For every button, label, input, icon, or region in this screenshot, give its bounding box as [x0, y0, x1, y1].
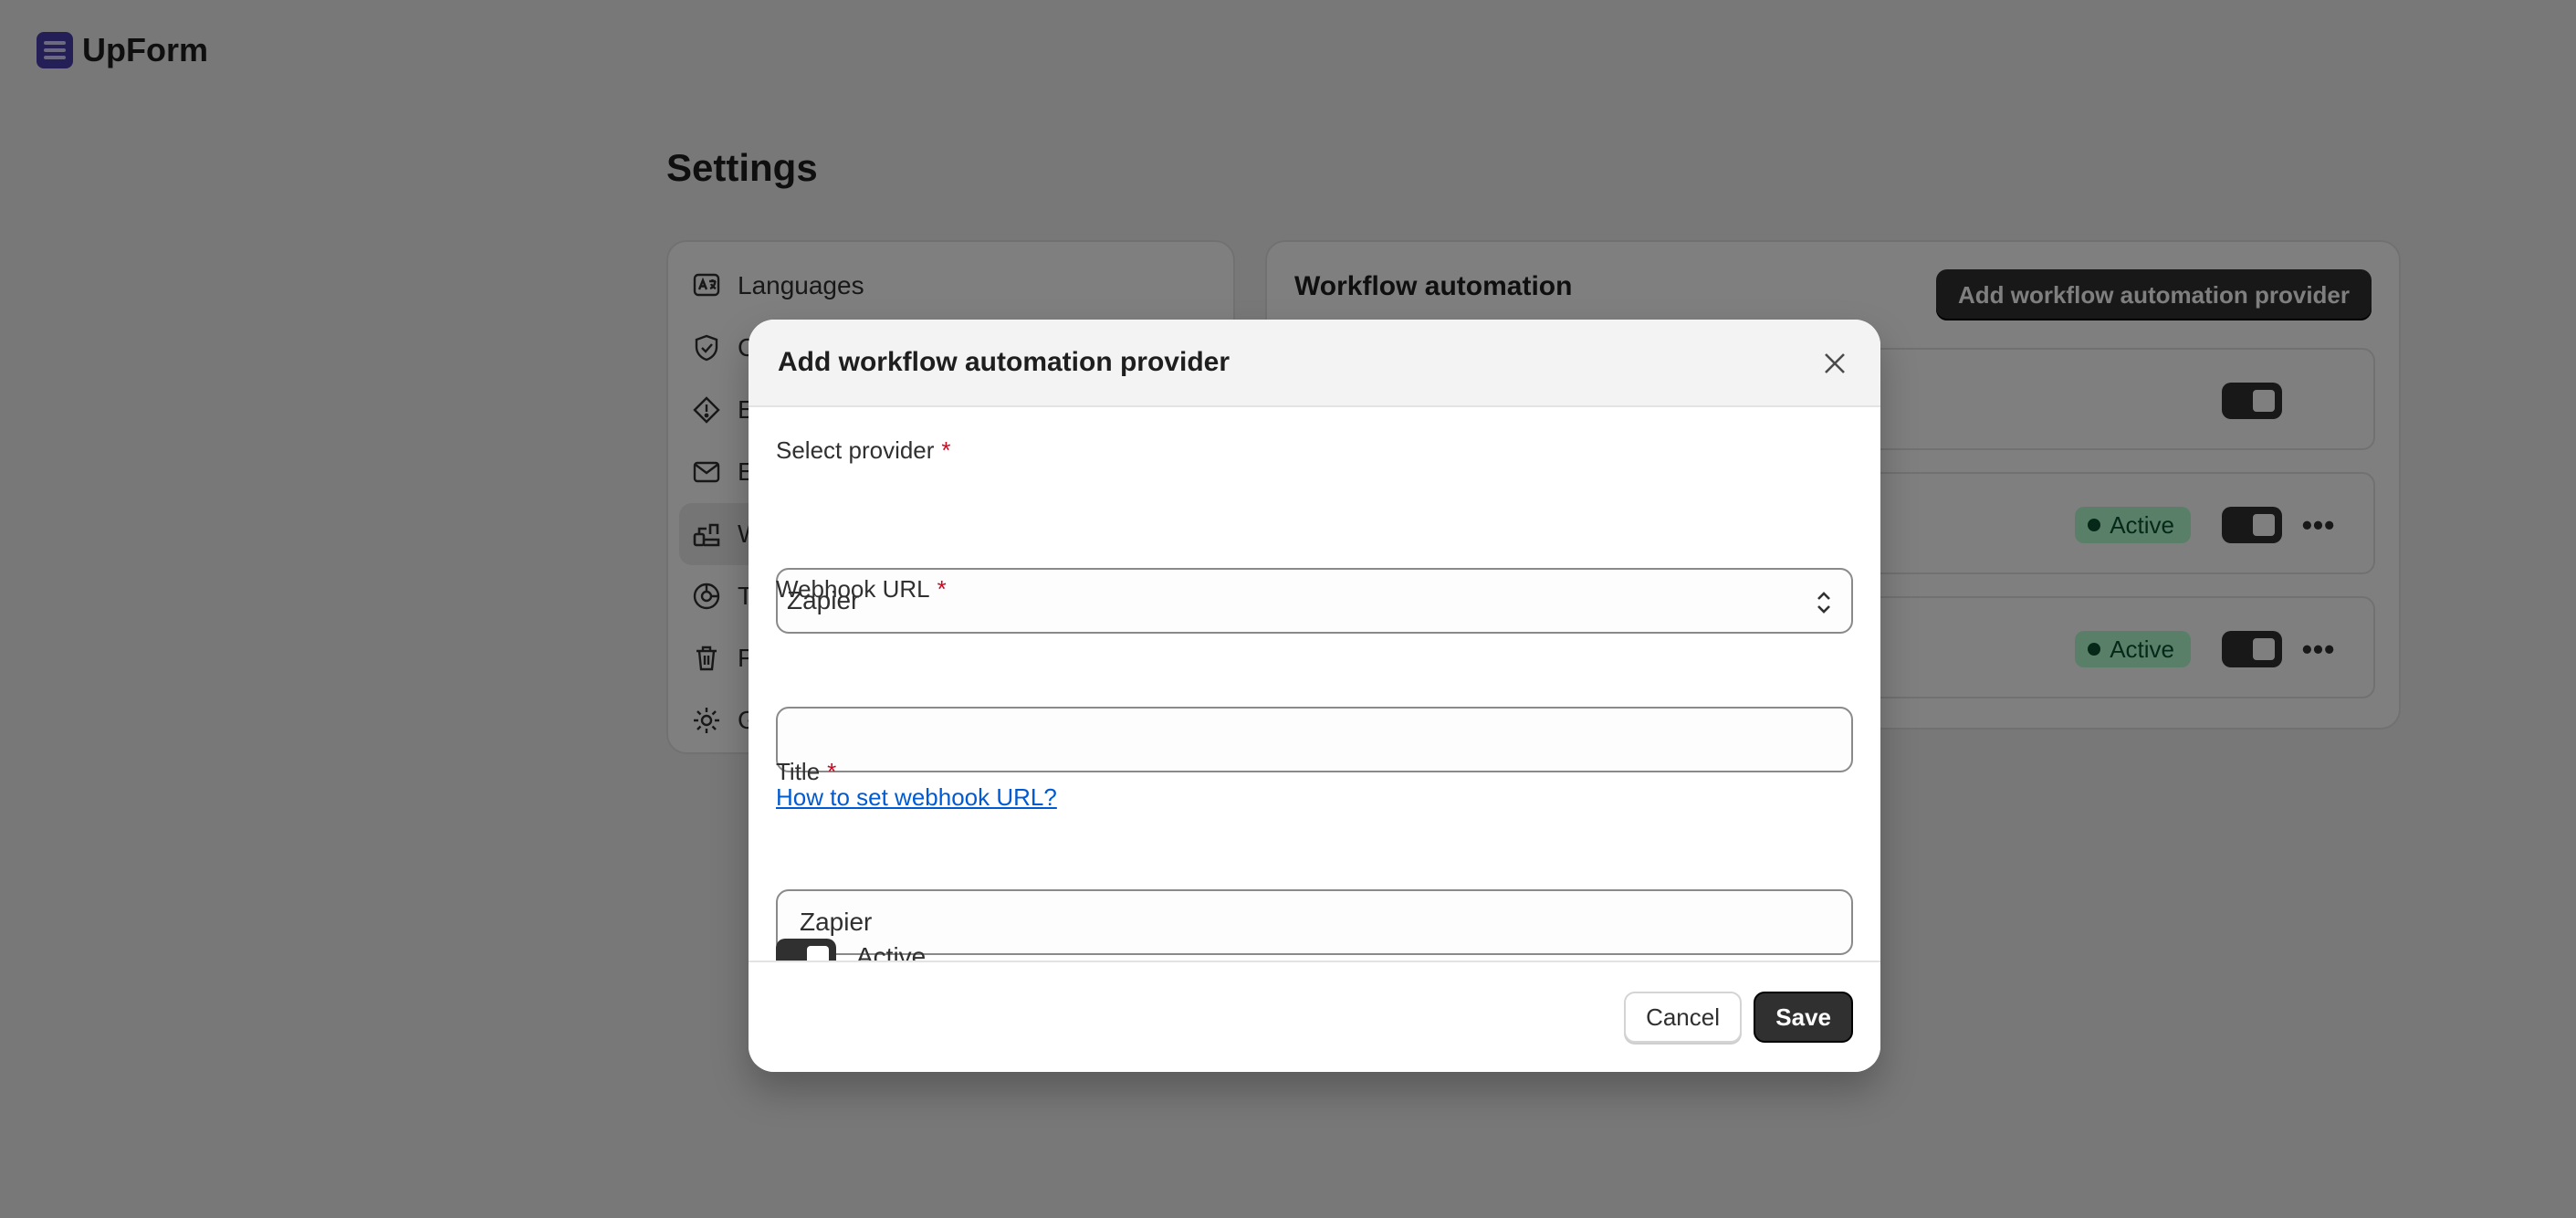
close-icon[interactable]: [1815, 343, 1855, 383]
select-caret-icon: [1817, 592, 1830, 614]
cancel-button[interactable]: Cancel: [1624, 992, 1742, 1043]
modal-footer: Cancel Save: [749, 961, 1880, 1072]
required-mark: *: [941, 436, 951, 464]
title-input[interactable]: Zapier: [776, 889, 1853, 955]
modal-title: Add workflow automation provider: [778, 347, 1230, 377]
title-label: Title *: [776, 758, 837, 785]
modal-body: Select provider * Zapier Webhook URL * How…: [749, 407, 1880, 975]
webhook-label: Webhook URL *: [776, 575, 947, 603]
modal-header: Add workflow automation provider: [749, 320, 1880, 407]
provider-label: Select provider *: [776, 436, 951, 464]
webhook-help-link[interactable]: How to set webhook URL?: [776, 783, 1057, 812]
add-provider-modal: Add workflow automation provider Select …: [749, 320, 1880, 1072]
app-root: UpForm Settings Languages C E E: [0, 0, 2576, 1218]
required-mark: *: [937, 575, 947, 603]
save-button[interactable]: Save: [1754, 992, 1853, 1043]
required-mark: *: [827, 758, 837, 785]
webhook-url-input[interactable]: [776, 707, 1853, 772]
